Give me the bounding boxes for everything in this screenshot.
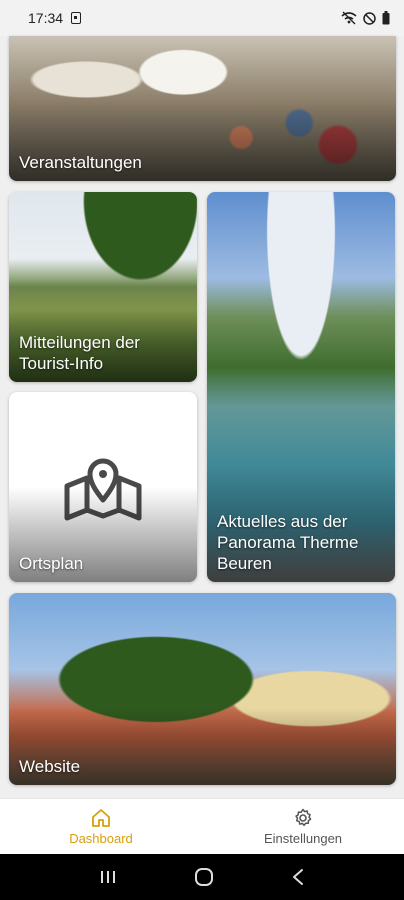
home-button-icon[interactable]: [194, 867, 214, 887]
tile-label: Aktuelles aus der Panorama Therme Beuren: [217, 512, 359, 573]
tile-label: Mitteilungen der Tourist-Info: [19, 333, 140, 373]
tile-panorama-therme[interactable]: Aktuelles aus der Panorama Therme Beuren: [207, 192, 395, 582]
wifi-off-icon: [341, 11, 357, 25]
bottom-nav: Dashboard Einstellungen: [0, 798, 404, 854]
status-bar: 17:34: [0, 0, 404, 36]
status-time: 17:34: [28, 10, 64, 26]
nav-dashboard-label: Dashboard: [69, 830, 133, 846]
battery-icon: [382, 11, 390, 25]
tile-label: Veranstaltungen: [19, 153, 142, 172]
tile-website[interactable]: Website: [9, 593, 396, 785]
tile-veranstaltungen[interactable]: Veranstaltungen: [9, 36, 396, 181]
back-icon[interactable]: [291, 868, 305, 886]
tile-label: Ortsplan: [19, 554, 84, 573]
recent-apps-icon[interactable]: [99, 869, 117, 885]
sim-icon: [71, 12, 82, 24]
tile-label: Website: [19, 757, 81, 776]
do-not-disturb-icon: [363, 11, 376, 25]
nav-einstellungen-label: Einstellungen: [263, 830, 343, 846]
status-icons: [341, 11, 390, 25]
system-nav-bar: [0, 854, 404, 900]
tile-tourist-info[interactable]: Mitteilungen der Tourist-Info: [9, 192, 197, 382]
home-icon: [92, 808, 110, 827]
nav-einstellungen[interactable]: Einstellungen: [202, 799, 404, 854]
nav-dashboard[interactable]: Dashboard: [0, 799, 202, 854]
tile-ortsplan[interactable]: Ortsplan: [9, 392, 197, 582]
gear-icon: [295, 808, 312, 826]
